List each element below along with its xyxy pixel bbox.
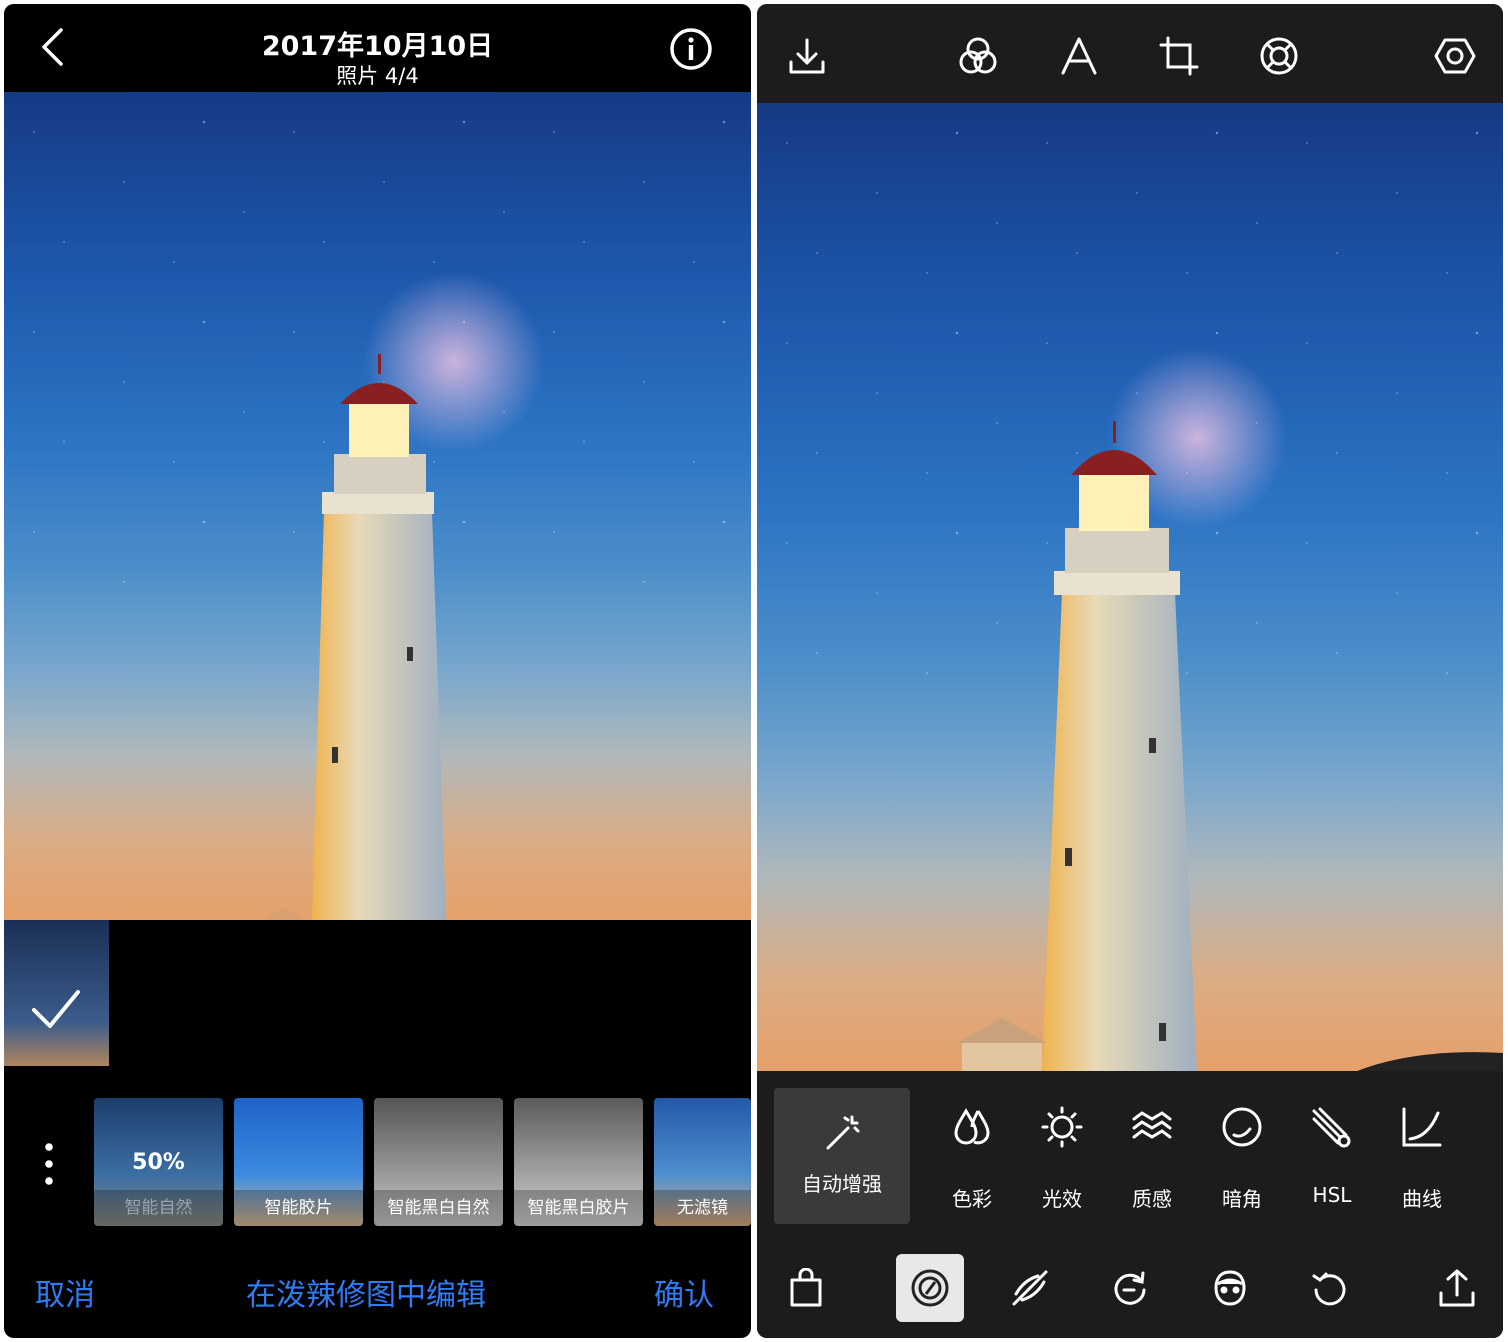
face-icon[interactable] xyxy=(1196,1254,1264,1322)
filter-thumb-bw-film[interactable]: 智能黑白胶片 xyxy=(514,1098,643,1226)
tool-label: 曲线 xyxy=(1402,1187,1442,1211)
more-options-icon[interactable] xyxy=(32,1139,66,1189)
filter-label: 智能黑白自然 xyxy=(374,1190,503,1226)
filter-thumb-no-filter[interactable]: 无滤镜 xyxy=(654,1098,751,1226)
tool-label: 光效 xyxy=(1042,1187,1082,1211)
right-photo xyxy=(757,103,1503,1071)
left-top-bar: 2017年10月10日 照片 4/4 xyxy=(4,4,751,92)
tool-label: 色彩 xyxy=(952,1187,992,1211)
checkmark-icon xyxy=(32,990,80,1028)
waves-icon xyxy=(1126,1101,1178,1153)
hsl-icon xyxy=(1306,1101,1358,1153)
filter-label: 智能黑白胶片 xyxy=(514,1190,643,1226)
tool-label: HSL xyxy=(1312,1183,1352,1207)
filter-label: 无滤镜 xyxy=(654,1190,751,1226)
settings-hexagon-icon[interactable] xyxy=(1431,32,1479,80)
edit-in-app-button[interactable]: 在泼辣修图中编辑 xyxy=(246,1270,486,1314)
photo-date: 2017年10月10日 xyxy=(261,31,494,62)
tool-label: 质感 xyxy=(1132,1187,1172,1211)
vignette-icon xyxy=(1216,1101,1268,1153)
right-screen: 自动增强 色彩 光效 质感 暗角 HSL 曲线 色 xyxy=(757,4,1503,1338)
brush-effect-icon[interactable] xyxy=(996,1254,1064,1322)
filter-thumb-smart-film[interactable]: 智能胶片 xyxy=(234,1098,363,1226)
redo-icon[interactable] xyxy=(1096,1254,1164,1322)
tool-label: 暗角 xyxy=(1222,1187,1262,1211)
filter-label: 智能自然 xyxy=(94,1190,223,1226)
confirm-button[interactable]: 确认 xyxy=(654,1270,714,1314)
left-screen: 2017年10月10日 照片 4/4 50% 智能自然 智能胶片 智能黑白自然 … xyxy=(4,4,751,1338)
share-icon[interactable] xyxy=(1423,1254,1491,1322)
filters-icon[interactable] xyxy=(954,32,1002,80)
auto-enhance-tile[interactable]: 自动增强 xyxy=(774,1088,910,1224)
info-icon[interactable] xyxy=(668,26,714,72)
magic-wand-icon xyxy=(818,1110,866,1158)
filter-thumb-smart-natural[interactable]: 50% 智能自然 xyxy=(94,1098,223,1226)
filter-strength-overlay: 50% xyxy=(132,1150,185,1175)
adjust-tools-icon[interactable] xyxy=(896,1254,964,1322)
drops-icon xyxy=(946,1101,998,1153)
text-tool-icon[interactable] xyxy=(1055,32,1103,80)
tool-label: 自动增强 xyxy=(802,1172,882,1196)
left-photo xyxy=(4,92,751,920)
photo-counter: 照片 4/4 xyxy=(336,64,419,88)
filter-thumb-bw-natural[interactable]: 智能黑白自然 xyxy=(374,1098,503,1226)
lifebuoy-icon[interactable] xyxy=(1255,32,1303,80)
editor-top-bar xyxy=(757,4,1503,103)
crop-icon[interactable] xyxy=(1155,32,1203,80)
curve-icon xyxy=(1396,1101,1448,1153)
cancel-button[interactable]: 取消 xyxy=(35,1270,95,1314)
undo-icon[interactable] xyxy=(1296,1254,1364,1322)
shopping-bag-icon[interactable] xyxy=(772,1254,840,1322)
filter-label: 智能胶片 xyxy=(234,1190,363,1226)
download-icon[interactable] xyxy=(783,32,831,80)
sun-icon xyxy=(1036,1101,1088,1153)
original-thumbnail[interactable] xyxy=(4,920,109,1066)
